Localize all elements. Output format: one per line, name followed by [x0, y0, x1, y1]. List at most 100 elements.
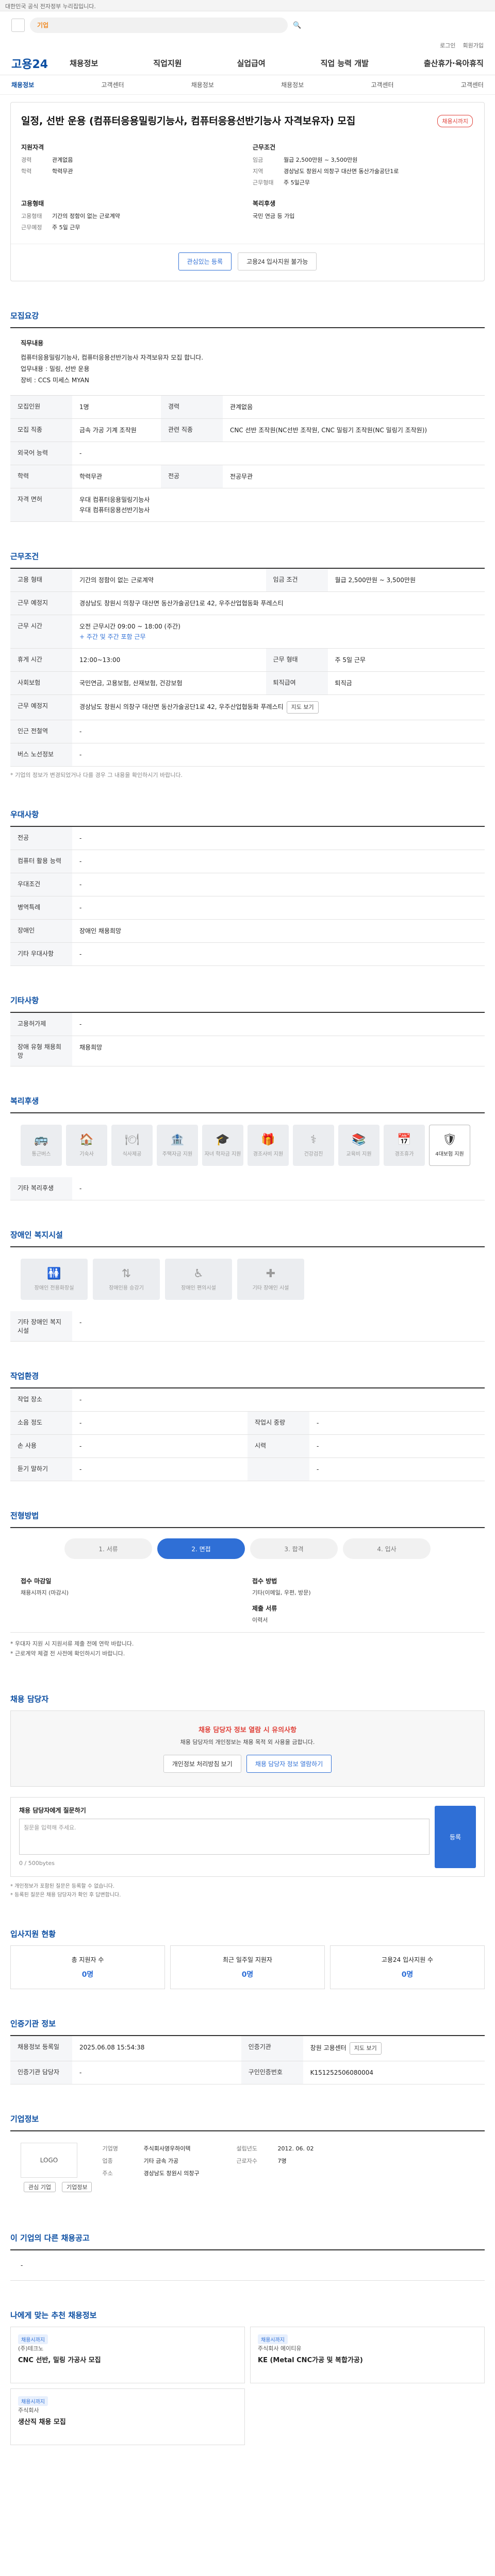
- severance-value: 퇴직금: [327, 671, 485, 695]
- education-value: 학력무관: [72, 465, 161, 488]
- language-label: 외국어 능력: [10, 442, 72, 465]
- global-menu: 채용정보 직업지원 실업급여 직업 능력 개발 출산휴가·육아휴직: [70, 58, 484, 69]
- access-other-table: 기타 장애인 복지시설 -: [10, 1311, 485, 1342]
- table-row: 자격 면허 우대 컴퓨터응용밀링기능사 우대 컴퓨터응용선반기능사: [10, 488, 485, 522]
- address-cell: 경상남도 창원시 의창구 대산면 동산가술공단1로 42, 우주산업협동화 푸레…: [72, 694, 485, 720]
- welfare-item-label: 4대보험 지원: [435, 1151, 464, 1157]
- pref-other-value: -: [72, 942, 485, 966]
- search-icon[interactable]: 🔍: [293, 22, 301, 29]
- table-row: 근무 시간 오전 근무시간 09:00 ~ 18:00 (주간) + 주간 및 주간…: [10, 615, 485, 649]
- headcount-label: 모집인원: [10, 396, 72, 419]
- disabled-hire-value: 채용희망: [72, 1036, 485, 1066]
- welfare-item-label: 교육비 지원: [346, 1151, 372, 1157]
- workform-value: 주 5일 근무: [327, 648, 485, 672]
- welfare-grid: 🚌 통근버스 🏠 기숙사 🍽 식사제공 🏦 주택자금 지원 🎓 자녀 학자금 지원 🎁 경조…: [10, 1113, 485, 1177]
- welfare-item: 🏦 주택자금 지원: [157, 1125, 198, 1166]
- insurance-icon: 🛡: [442, 1133, 457, 1146]
- company-info-button[interactable]: 기업정보: [61, 2182, 92, 2192]
- pref-military-value: -: [72, 896, 485, 920]
- table-row: 병역특례 -: [10, 896, 485, 920]
- table-row: 모집 직종 금속 가공 기계 조작원 관련 직종 CNC 선반 조작원(NC선반 조작…: [10, 418, 485, 442]
- welfare-other-table: 기타 복리후생 -: [10, 1177, 485, 1200]
- subnav-item-2[interactable]: 고객센터: [101, 80, 124, 89]
- status-card-count: 0명: [401, 1971, 414, 1979]
- gnb-item-training[interactable]: 직업 능력 개발: [321, 58, 369, 69]
- subnav-item-4[interactable]: 채용정보: [281, 80, 304, 89]
- access-section-title: 장애인 복지시설: [10, 1230, 63, 1240]
- subnav-item-3[interactable]: 채용정보: [191, 80, 214, 89]
- search-input[interactable]: 기업: [30, 18, 288, 33]
- pref-major-label: 전공: [10, 827, 72, 850]
- map-button[interactable]: 지도 보기: [286, 701, 319, 714]
- table-row: 장애인 장애인 채용희망: [10, 919, 485, 943]
- login-link[interactable]: 로그인: [440, 41, 455, 49]
- table-row: 우대조건 -: [10, 873, 485, 896]
- gnb-item-career[interactable]: 직업지원: [153, 58, 182, 69]
- meal-icon: 🍽: [125, 1133, 139, 1146]
- agency-staff-value: -: [72, 2061, 241, 2084]
- table-row: 장애 유형 채용희망 채용희망: [10, 1036, 485, 1066]
- job-title-link[interactable]: 생산직 채용 모집: [18, 2417, 237, 2428]
- env-place-value: -: [72, 1388, 485, 1412]
- subnav-item-5[interactable]: 고객센터: [371, 80, 393, 89]
- list-item[interactable]: 채용시까지 주식회사 에이티유 KE (Metal CNC가공 및 복합가공): [250, 2327, 485, 2383]
- signup-link[interactable]: 회원가입: [463, 41, 484, 49]
- schedule-label: 근무예정: [21, 224, 42, 231]
- address-value: 경상남도 창원시 의창구: [143, 2170, 200, 2177]
- env-speech-label: 듣기 말하기: [10, 1458, 72, 1481]
- welfare-item-active: 🛡 4대보험 지원: [429, 1125, 470, 1166]
- question-note: * 등록된 질문은 채용 담당자가 확인 후 답변합니다.: [10, 1892, 121, 1898]
- apply-details: 접수 마감일 채용시까지 (마감시) 접수 방법 기타(이메일, 우편, 방문) 제출…: [10, 1569, 485, 1633]
- other-jobs-title: 이 기업의 다른 채용공고: [10, 2233, 90, 2243]
- welfare-item: 🎁 경조사비 지원: [248, 1125, 289, 1166]
- gnb-item-unemployment[interactable]: 실업급여: [237, 58, 265, 69]
- list-item[interactable]: 채용시까지 (주)테크노 CNC 선반, 밀링 가공사 모집: [10, 2327, 245, 2383]
- pref-computer-value: -: [72, 850, 485, 873]
- brand-logo[interactable]: 고용24: [11, 55, 48, 72]
- favorite-button[interactable]: 관심있는 등록: [178, 252, 232, 270]
- founded-label: 설립년도: [236, 2145, 257, 2152]
- deadline-label: 접수 마감일: [21, 1578, 52, 1585]
- welfare-item: 🍽 식사제공: [111, 1125, 153, 1166]
- table-row: 근무 예정지 경상남도 창원시 의창구 대산면 동산가술공단1로 42, 우주산업…: [10, 591, 485, 615]
- founded-value: 2012. 06. 02: [277, 2145, 314, 2152]
- table-row: 컴퓨터 활용 능력 -: [10, 850, 485, 873]
- job-title-link[interactable]: KE (Metal CNC가공 및 복합가공): [258, 2355, 477, 2366]
- gnb-item-leave[interactable]: 출산휴가·육아휴직: [424, 58, 484, 69]
- env-sight-value: -: [309, 1434, 485, 1458]
- agency-label: 인증기관: [241, 2036, 303, 2061]
- question-counter: 0 / 500bytes: [19, 1860, 55, 1867]
- education-value: 학력무관: [52, 168, 73, 175]
- welfare-item-label: 식사제공: [122, 1151, 142, 1157]
- job-title-link[interactable]: CNC 선반, 밀링 가공사 모집: [18, 2355, 237, 2366]
- status-section-title: 입사지원 현황: [10, 1929, 56, 1939]
- table-row: 주소 경상남도 창원시 의창구: [102, 2167, 474, 2180]
- question-submit-button[interactable]: 등록: [435, 1806, 476, 1868]
- agency-map-button[interactable]: 지도 보기: [349, 2042, 382, 2055]
- restroom-icon: 🚻: [47, 1267, 61, 1280]
- region-label: 지역: [253, 168, 263, 175]
- condition-heading: 근무조건: [253, 144, 276, 151]
- job-summary-card: 일정, 선반 운용 (컴퓨터응용밀링기능사, 컴퓨터응용선반기능사 자격보유자)…: [10, 102, 485, 281]
- contact-box: 채용 담당자 정보 열람 시 유의사항 채용 담당자의 개인정보는 채용 목적 …: [10, 1710, 485, 1787]
- duty-text: 컴퓨터응용밀링기능사, 컴퓨터응용선반기능사 자격보유자 모집 합니다.: [21, 354, 204, 361]
- wage-label: 임금: [253, 157, 263, 163]
- subnav-item-6[interactable]: 고객센터: [461, 80, 484, 89]
- welfare-item-label: 경조휴가: [394, 1151, 414, 1157]
- location-label: 근무 예정지: [10, 591, 72, 615]
- apply-unavailable-button[interactable]: 고용24 입사지원 불가능: [238, 252, 317, 270]
- subnav-item-1[interactable]: 채용정보: [11, 80, 34, 89]
- view-contact-button[interactable]: 채용 담당자 정보 열람하기: [246, 1755, 332, 1773]
- list-item[interactable]: 채용시까지 주식회사 생산직 채용 모집: [10, 2388, 245, 2445]
- condition-section-title: 근무조건: [10, 552, 39, 561]
- welfare-item-label: 통근버스: [31, 1151, 51, 1157]
- apply-section: 1. 서류 2. 면접 3. 합격 4. 입사 접수 마감일 채용시까지 (마감시…: [10, 1527, 485, 1665]
- privacy-policy-button[interactable]: 개인정보 처리방침 보기: [163, 1755, 241, 1773]
- site-logo-icon[interactable]: [11, 19, 25, 32]
- search-bar: 기업 🔍: [0, 11, 495, 39]
- deadline-value: 채용시까지 (마감시): [21, 1589, 69, 1596]
- elevator-icon: ⇅: [121, 1267, 131, 1280]
- gnb-item-jobs[interactable]: 채용정보: [70, 58, 98, 69]
- company-favorite-button[interactable]: 관심 기업: [24, 2182, 56, 2192]
- question-input[interactable]: 질문을 입력해 주세요.: [19, 1819, 430, 1855]
